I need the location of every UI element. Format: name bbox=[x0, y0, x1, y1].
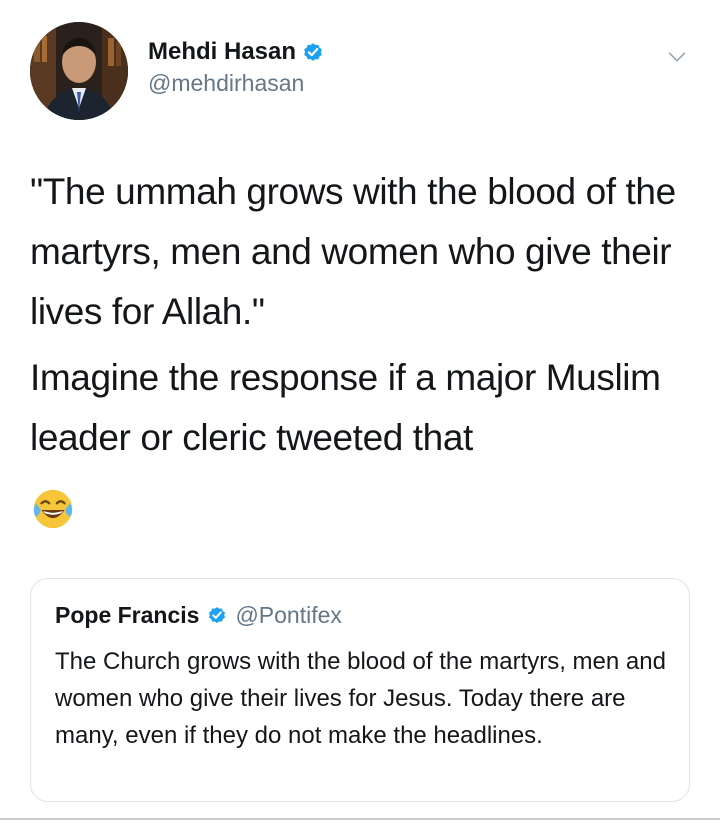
avatar-photo bbox=[30, 22, 128, 120]
tweet-card: Mehdi Hasan @mehdirhasan "The ummah grow… bbox=[0, 0, 720, 824]
author-names: Mehdi Hasan @mehdirhasan bbox=[148, 36, 324, 97]
tweet-text-paragraph-1: "The ummah grows with the blood of the m… bbox=[30, 171, 676, 332]
quoted-tweet-header: Pope Francis @Pontifex bbox=[55, 599, 342, 631]
author-avatar[interactable] bbox=[30, 22, 128, 120]
tweet-text: "The ummah grows with the blood of the m… bbox=[30, 162, 690, 468]
tweet-text-paragraph-2: Imagine the response if a major Muslim l… bbox=[30, 357, 661, 458]
quoted-handle: @Pontifex bbox=[235, 601, 342, 628]
chevron-down-icon[interactable] bbox=[666, 46, 688, 68]
verified-badge-icon bbox=[209, 607, 226, 624]
divider bbox=[0, 818, 720, 820]
face-with-tears-of-joy-icon bbox=[33, 489, 73, 529]
author-name-row: Mehdi Hasan bbox=[148, 36, 324, 68]
quoted-tweet-card[interactable]: Pope Francis @Pontifex The Church grows … bbox=[30, 578, 690, 802]
tweet-header: Mehdi Hasan @mehdirhasan bbox=[30, 22, 690, 122]
quoted-tweet-text: The Church grows with the blood of the m… bbox=[55, 648, 666, 749]
verified-badge-icon bbox=[304, 43, 322, 61]
quoted-display-name: Pope Francis bbox=[55, 601, 200, 628]
author-handle[interactable]: @mehdirhasan bbox=[148, 70, 324, 97]
author-display-name[interactable]: Mehdi Hasan bbox=[148, 38, 296, 66]
